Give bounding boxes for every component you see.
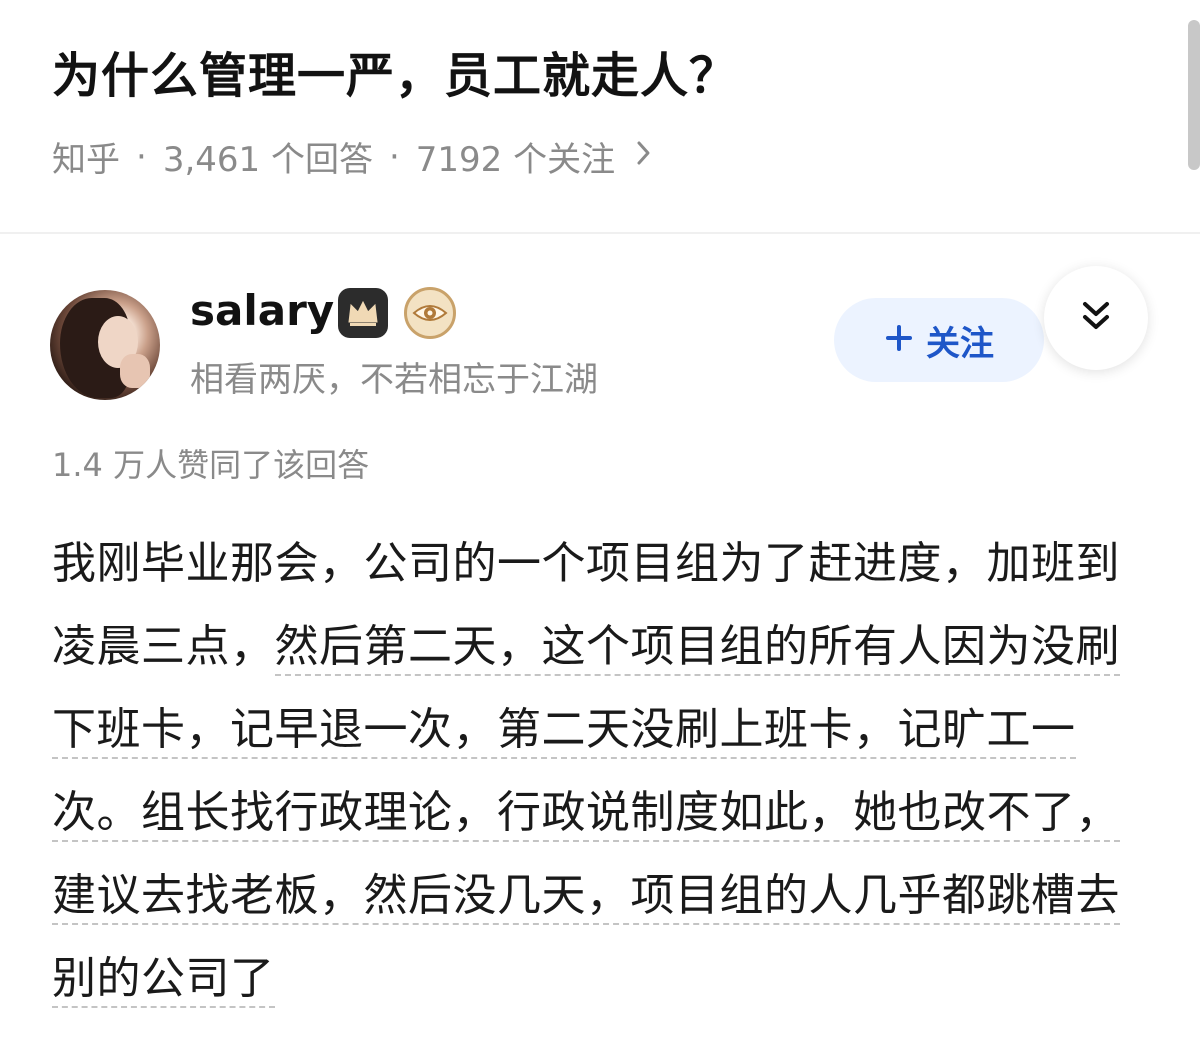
answer-body[interactable]: 我刚毕业那会，公司的一个项目组为了赶进度，加班到凌晨三点，然后第二天，这个项目组… (52, 522, 1157, 1020)
followers-count: 7192 个关注 (415, 140, 616, 180)
meta-separator: · (388, 136, 400, 177)
author-name[interactable]: salary (190, 286, 334, 335)
double-chevron-down-icon (1078, 298, 1114, 338)
follow-button[interactable]: 关注 (834, 298, 1044, 382)
question-title[interactable]: 为什么管理一严，员工就走人？ (52, 36, 738, 106)
author-bio: 相看两厌，不若相忘于江湖 (190, 360, 598, 400)
plus-icon (884, 318, 914, 362)
collapse-button[interactable] (1044, 266, 1148, 370)
vote-count: 1.4 万人赞同了该回答 (52, 446, 370, 484)
source-label: 知乎 (52, 140, 120, 180)
scrollbar-thumb[interactable] (1188, 20, 1200, 170)
author-avatar[interactable] (50, 290, 160, 400)
question-meta[interactable]: 知乎 · 3,461 个回答 · 7192 个关注 (52, 132, 653, 181)
chevron-right-icon (635, 138, 653, 176)
meta-separator: · (136, 136, 147, 177)
section-divider (0, 232, 1200, 234)
crown-badge-icon[interactable] (338, 288, 388, 338)
eye-badge-icon[interactable] (404, 287, 456, 339)
follow-label: 关注 (926, 323, 994, 364)
answer-highlighted-text[interactable]: 然后第二天，这个项目组的所有人因为没刷下班卡，记早退一次，第二天没刷上班卡，记旷… (52, 621, 1120, 1008)
answers-count: 3,461 个回答 (162, 140, 373, 180)
